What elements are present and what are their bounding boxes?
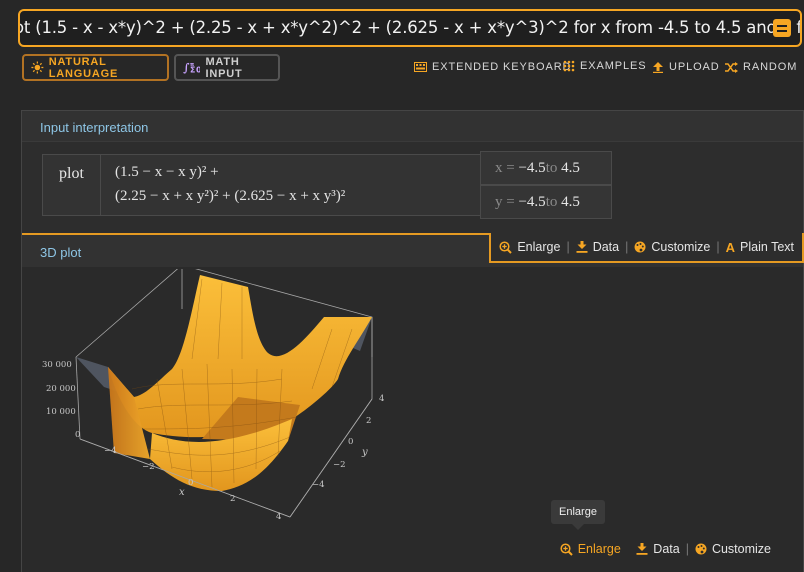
y-range-hi: 4.5 xyxy=(561,193,580,210)
enlarge-label: Enlarge xyxy=(517,240,561,254)
customize-label: Customize xyxy=(651,240,711,254)
z-tick: 20 000 xyxy=(46,384,76,394)
formula-line-2: (2.25 − x + x y²)² + (2.625 − x + x y³)² xyxy=(115,188,346,204)
y-range-var: y = xyxy=(495,193,515,210)
upload-button[interactable]: UPLOAD xyxy=(652,61,720,73)
x-tick: −4 xyxy=(104,446,117,456)
y-tick: −4 xyxy=(312,480,325,490)
examples-button[interactable]: EXAMPLES xyxy=(563,60,647,72)
y-tick: 4 xyxy=(379,394,384,404)
x-range-lo: −4.5 xyxy=(518,159,546,176)
plain-text-label: Plain Text xyxy=(740,240,794,254)
divider: | xyxy=(566,240,570,254)
y-tick: −2 xyxy=(333,460,346,470)
plot-actions-bar: Enlarge | Data | Customize | A Plain Tex… xyxy=(489,233,804,263)
zoom-in-icon xyxy=(499,240,513,254)
z-tick: 30 000 xyxy=(42,360,72,370)
plot-title: 3D plot xyxy=(40,245,82,260)
grid-dots-icon xyxy=(563,60,575,72)
data-label: Data xyxy=(653,542,680,556)
y-range-to: to xyxy=(545,193,558,210)
math-input-label: MATH INPUT xyxy=(205,55,243,80)
customize-button[interactable]: Customize xyxy=(695,542,771,556)
plain-text-button[interactable]: A Plain Text xyxy=(726,240,794,255)
enlarge-button[interactable]: Enlarge xyxy=(560,542,621,556)
divider xyxy=(627,542,630,556)
data-button[interactable]: Data xyxy=(576,240,619,254)
x-range-to: to xyxy=(545,159,558,176)
menu-icon[interactable] xyxy=(773,19,791,37)
shuffle-icon xyxy=(725,61,738,73)
z-tick: 10 000 xyxy=(46,407,76,417)
x-range-var: x = xyxy=(495,159,515,176)
customize-button[interactable]: Customize xyxy=(634,240,710,254)
y-tick: 2 xyxy=(366,416,371,426)
enlarge-tooltip: Enlarge xyxy=(551,500,605,530)
examples-label: EXAMPLES xyxy=(580,60,647,72)
y-tick: 0 xyxy=(348,437,353,447)
download-icon xyxy=(576,241,588,253)
divider: | xyxy=(625,240,629,254)
math-sigma-icon: ∫ Σ0 π xyxy=(183,60,200,74)
y-range-lo: −4.5 xyxy=(518,193,546,210)
plot-keyword: plot xyxy=(43,155,101,215)
formula-line-1: (1.5 − x − x y)² + xyxy=(115,164,219,180)
x-range: x = −4.5 to 4.5 xyxy=(480,151,612,185)
keyboard-label: EXTENDED KEYBOARD xyxy=(432,61,572,73)
data-label: Data xyxy=(592,240,620,254)
text-a-icon: A xyxy=(725,239,736,255)
enlarge-label: Enlarge xyxy=(577,542,621,556)
3d-surface-plot[interactable]: 30 000 20 000 10 000 0 −4 −2 0 2 4 4 2 0… xyxy=(42,269,402,539)
results-pod: Input interpretation plot (1.5 − x − x y… xyxy=(21,110,804,572)
y-axis-label: y xyxy=(361,447,368,458)
random-label: RANDOM xyxy=(743,61,798,73)
customize-label: Customize xyxy=(711,542,771,556)
download-icon xyxy=(636,543,648,555)
palette-icon xyxy=(695,543,707,555)
query-text: ot (1.5 - x - x*y)^2 + (2.25 - x + x*y^2… xyxy=(20,18,802,37)
plot-pod: 3D plot Enlarge | Data | Customize | A P… xyxy=(22,233,804,572)
data-button[interactable]: Data xyxy=(636,542,680,556)
x-range-hi: 4.5 xyxy=(561,159,580,176)
y-range: y = −4.5 to 4.5 xyxy=(480,185,612,219)
palette-icon xyxy=(634,241,646,253)
bottom-actions-bar: Enlarge Data | Customize xyxy=(560,542,771,556)
x-tick: 2 xyxy=(230,494,235,504)
extended-keyboard-button[interactable]: EXTENDED KEYBOARD xyxy=(414,61,571,73)
query-input[interactable]: ot (1.5 - x - x*y)^2 + (2.25 - x + x*y^2… xyxy=(18,9,802,47)
x-tick: 0 xyxy=(188,478,193,488)
interpretation-title: Input interpretation xyxy=(40,120,149,135)
keyboard-icon xyxy=(414,62,427,72)
upload-label: UPLOAD xyxy=(669,61,720,73)
divider: | xyxy=(685,542,689,556)
sun-icon xyxy=(31,61,44,74)
x-tick: 4 xyxy=(276,512,281,522)
x-axis-label: x xyxy=(179,487,185,498)
random-button[interactable]: RANDOM xyxy=(725,61,797,73)
interpretation-header: Input interpretation xyxy=(22,111,803,142)
x-tick: −2 xyxy=(142,462,155,472)
input-interpretation-table: plot (1.5 − x − x y)² + (2.25 − x + x y²… xyxy=(42,151,612,219)
enlarge-button[interactable]: Enlarge xyxy=(499,240,560,254)
z-tick: 0 xyxy=(75,430,80,440)
zoom-in-icon xyxy=(560,542,573,556)
natural-language-label: NATURAL LANGUAGE xyxy=(48,55,119,80)
natural-language-button[interactable]: NATURAL LANGUAGE xyxy=(22,54,169,81)
upload-icon xyxy=(653,62,663,73)
svg-text:π: π xyxy=(190,62,195,68)
divider: | xyxy=(716,240,720,254)
math-input-button[interactable]: ∫ Σ0 π MATH INPUT xyxy=(174,54,280,81)
